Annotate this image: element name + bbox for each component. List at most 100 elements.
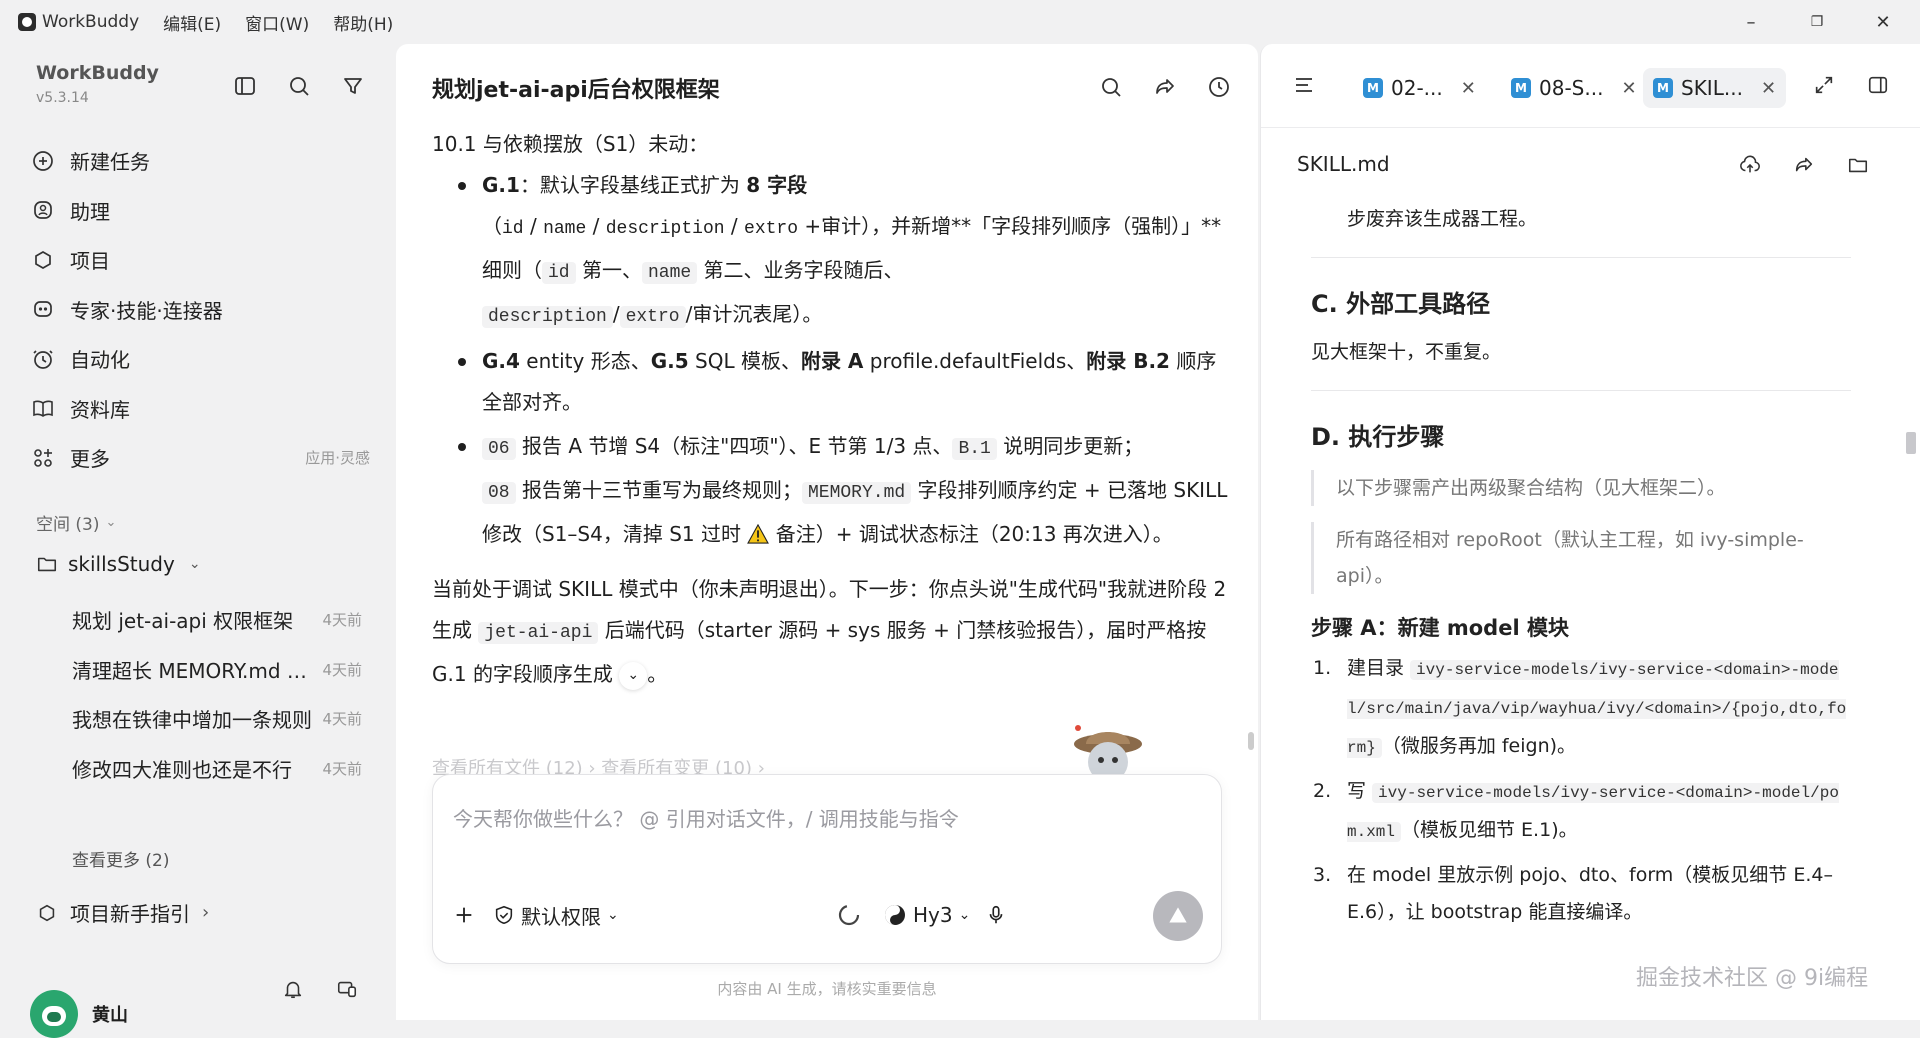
share-icon[interactable]: [1150, 72, 1180, 102]
menu-icon[interactable]: [1289, 70, 1319, 100]
inline-code: id: [542, 262, 576, 284]
space-header[interactable]: 空间 (3) ⌄: [36, 510, 116, 535]
library-icon: [30, 395, 56, 421]
search-icon[interactable]: [1096, 72, 1126, 102]
nav-new-task[interactable]: 新建任务: [30, 136, 370, 186]
add-attachment-button[interactable]: [451, 891, 477, 939]
project-guide[interactable]: 项目新手指引 ›: [36, 898, 209, 927]
document-body: 步废弃该生成器工程。 C. 外部工具路径 见大框架十，不重复。 D. 执行步骤 …: [1311, 204, 1851, 937]
search-icon[interactable]: [284, 71, 314, 101]
scrollbar-thumb[interactable]: [1906, 432, 1916, 454]
filter-icon[interactable]: [338, 71, 368, 101]
text: SQL 模板、: [688, 349, 801, 373]
expert-icon: [30, 296, 56, 322]
chat-panel: 规划jet-ai-api后台权限框架 10.1 与依赖摆放（S1）未动： G.1…: [396, 44, 1258, 1020]
step-number: 2.: [1313, 780, 1332, 802]
text: ：默认字段基线正式扩为: [519, 173, 747, 197]
app-logo-icon: [18, 13, 36, 31]
folder-label: skillsStudy: [68, 552, 175, 576]
divider: [1311, 390, 1851, 391]
share-icon[interactable]: [1789, 150, 1819, 180]
task-title: 修改四大准则也还是不行: [72, 757, 292, 782]
close-icon[interactable]: ✕: [1761, 78, 1776, 99]
toggle-sidebar-icon[interactable]: [230, 71, 260, 101]
nav-automation[interactable]: 自动化: [30, 334, 370, 384]
model-label: Hy3: [913, 903, 953, 927]
steps-list: 1. 建目录 ivy-service-models/ivy-service-<do…: [1311, 650, 1851, 931]
upload-icon[interactable]: [1735, 150, 1765, 180]
expand-icon[interactable]: [1809, 70, 1839, 100]
section-c-text: 见大框架十，不重复。: [1311, 341, 1502, 363]
bold-text: G.1: [482, 173, 520, 197]
menu-window[interactable]: 窗口(W): [245, 10, 309, 35]
tab-file-02[interactable]: M 02-... ✕: [1353, 68, 1486, 108]
send-button[interactable]: [1153, 891, 1203, 941]
devices-icon[interactable]: [332, 974, 362, 1004]
more-icon: [30, 445, 56, 471]
text: 第一、: [575, 258, 642, 282]
markdown-icon: M: [1653, 78, 1673, 98]
nav-label: 新建任务: [70, 150, 150, 175]
list-item[interactable]: 规划 jet-ai-api 权限框架 4天前: [72, 595, 362, 645]
title-bar: WorkBuddy 编辑(E) 窗口(W) 帮助(H): [0, 0, 1920, 44]
avatar[interactable]: [30, 990, 78, 1038]
nav-more-extra[interactable]: 应用·灵感: [305, 447, 370, 468]
bell-icon[interactable]: [278, 974, 308, 1004]
inline-code: MEMORY.md: [801, 482, 912, 504]
menu-edit[interactable]: 编辑(E): [163, 10, 221, 35]
restore-button[interactable]: ❐: [1784, 0, 1850, 44]
inline-code: name: [641, 262, 698, 284]
close-icon[interactable]: ✕: [1461, 78, 1476, 99]
shield-check-icon: [495, 905, 513, 925]
nav-label: 项目: [70, 249, 110, 274]
text: 第二、业务字段随后、: [697, 258, 904, 282]
nav-project[interactable]: 项目: [30, 235, 370, 285]
list-item[interactable]: 清理超长 MEMORY.md 文件 4天前: [72, 645, 362, 695]
bold-text: G.4: [482, 349, 520, 373]
tab-label: SKIL...: [1681, 76, 1743, 100]
list-item[interactable]: 我想在铁律中增加一条规则 4天前: [72, 694, 362, 744]
menu-help[interactable]: 帮助(H): [333, 10, 393, 35]
model-selector[interactable]: Hy3 ⌄: [883, 891, 970, 939]
collapse-chevron-icon[interactable]: ⌄: [619, 661, 648, 690]
nav-more[interactable]: 更多 应用·灵感: [30, 433, 370, 483]
minimize-button[interactable]: –: [1718, 0, 1784, 44]
nav-label: 助理: [70, 199, 110, 224]
see-more-link[interactable]: 查看更多 (2): [72, 846, 169, 871]
scrollbar-thumb[interactable]: [1248, 732, 1254, 750]
page-title: 规划jet-ai-api后台权限框架: [432, 78, 720, 103]
inline-code: extro: [619, 306, 686, 328]
tab-skill-md[interactable]: M SKIL... ✕: [1643, 68, 1787, 108]
message-content: 10.1 与依赖摆放（S1）未动： G.1：默认字段基线正式扩为 8 字段 （i…: [432, 124, 1232, 695]
chevron-down-icon: ⌄: [607, 907, 619, 923]
folder-skillsstudy[interactable]: skillsStudy ⌄: [36, 552, 201, 576]
inline-code: extro: [744, 219, 799, 239]
step-a-heading: 步骤 A：新建 model 模块: [1311, 616, 1569, 640]
bold-text: G.5: [650, 349, 689, 373]
nav-library[interactable]: 资料库: [30, 384, 370, 434]
plus-icon: [456, 907, 472, 923]
side-panel-icon[interactable]: [1863, 70, 1893, 100]
tab-file-08[interactable]: M 08-S... ✕: [1501, 68, 1647, 108]
permission-dropdown[interactable]: 默认权限 ⌄: [493, 891, 619, 939]
list-item: 06 报告 A 节增 S4（标注"四项"）、E 节第 1/3 点、 B.1 说明同…: [432, 426, 1232, 555]
watermark: 掘金技术社区 @ 9i编程: [1636, 966, 1869, 991]
chat-input-box[interactable]: 今天帮你做些什么？ @ 引用对话文件，/ 调用技能与指令 默认权限 ⌄ Hy3 …: [432, 774, 1222, 964]
close-icon[interactable]: ✕: [1621, 78, 1636, 99]
history-icon[interactable]: [1204, 72, 1234, 102]
folder-icon: [37, 557, 57, 572]
folder-icon[interactable]: [1843, 150, 1873, 180]
automation-icon: [30, 346, 56, 372]
user-profile[interactable]: 黄山: [30, 990, 128, 1038]
chat-input[interactable]: 今天帮你做些什么？ @ 引用对话文件，/ 调用技能与指令: [453, 803, 959, 832]
microphone-button[interactable]: [983, 891, 1009, 939]
nav-assistant[interactable]: 助理: [30, 186, 370, 236]
list-item[interactable]: 修改四大准则也还是不行 4天前: [72, 744, 362, 794]
tab-label: 08-S...: [1539, 76, 1604, 100]
close-window-button[interactable]: ✕: [1850, 0, 1916, 44]
chevron-down-icon: ⌄: [105, 515, 117, 530]
microphone-icon: [989, 905, 1003, 924]
nav-expert[interactable]: 专家·技能·连接器: [30, 285, 370, 335]
text: （: [482, 214, 502, 238]
list-item: G.1：默认字段基线正式扩为 8 字段 （id / name / descrip…: [432, 165, 1232, 338]
